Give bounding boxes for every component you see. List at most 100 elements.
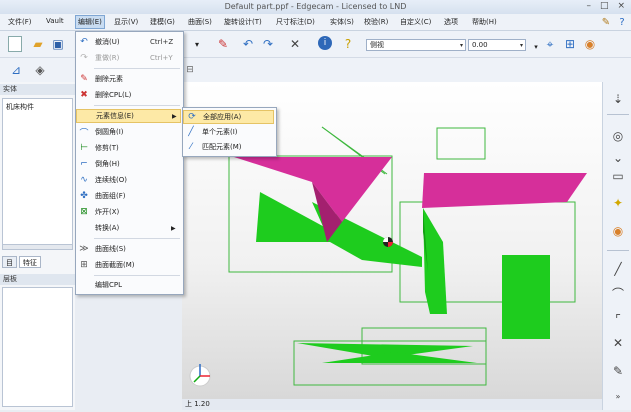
menu-rotary-design[interactable]: 旋转设计(T) — [224, 17, 262, 27]
maximize-button[interactable]: □ — [600, 1, 609, 11]
surface-group-icon: ✤ — [80, 191, 88, 201]
menu-item-edit-cpl[interactable]: 编辑CPL — [76, 278, 181, 292]
magenta-face-1 — [234, 157, 392, 222]
query-icon[interactable]: ? — [340, 36, 356, 52]
green-face-3 — [423, 208, 447, 314]
menu-item-redo[interactable]: ↷ 重做(R) Ctrl+Y — [76, 51, 181, 65]
menu-item-undo[interactable]: ↶ 撤消(U) Ctrl+Z — [76, 35, 181, 49]
menu-item-surface-lines[interactable]: ≫ 曲面线(S) — [76, 242, 181, 256]
menu-geometry[interactable]: 建模(G) — [150, 17, 175, 27]
menu-item-label: 曲面线(S) — [95, 245, 126, 253]
cpl-icon[interactable]: ⊞ — [562, 36, 578, 52]
menu-options[interactable]: 选项 — [444, 17, 458, 27]
new-file-icon[interactable] — [8, 36, 22, 52]
menu-item-chamfer[interactable]: ⌐ 倒角(H) — [76, 157, 181, 171]
grade-select[interactable]: 0.00 ▾ — [468, 39, 526, 51]
edit-pencil-icon[interactable]: ✎ — [609, 362, 627, 380]
minimize-button[interactable]: – — [586, 1, 591, 11]
window-title: Default part.ppf - Edgecam - Licensed to… — [224, 2, 407, 11]
tool-icon[interactable]: ◉ — [582, 36, 598, 52]
cross-icon[interactable]: ✕ — [609, 334, 627, 352]
menu-item-transform[interactable]: 转换(A) ▶ — [76, 221, 181, 235]
surface-section-icon: ⊞ — [80, 260, 88, 270]
menu-item-continuous[interactable]: ∿ 连续线(O) — [76, 173, 181, 187]
horizontal-scrollbar[interactable] — [2, 244, 73, 250]
menu-verify[interactable]: 校验(R) — [364, 17, 388, 27]
tab-features[interactable]: 特征 — [19, 256, 41, 268]
toolbar-dropdown-icon[interactable]: ▾ — [189, 36, 205, 52]
outline-rect-2 — [436, 127, 486, 160]
arc-icon[interactable]: ⌒ — [609, 284, 627, 302]
pencil-icon[interactable]: ✎ — [598, 14, 614, 30]
undo-icon[interactable]: ↶ — [240, 36, 256, 52]
open-folder-icon[interactable]: ▰ — [30, 36, 46, 52]
tab-label: 特征 — [23, 259, 37, 267]
menu-dimension[interactable]: 尺寸标注(D) — [276, 17, 315, 27]
machine-icon[interactable]: ◉ — [609, 222, 627, 240]
view-select-value: 侧视 — [370, 41, 384, 49]
layers-box[interactable] — [2, 287, 73, 407]
chevron-down-icon: ▾ — [519, 42, 523, 49]
submenu-item-apply-all[interactable]: ⟳ 全部应用(A) — [183, 110, 274, 124]
cancel-x-icon[interactable]: ✕ — [287, 36, 303, 52]
info-icon[interactable]: i — [318, 36, 332, 50]
help-icon[interactable]: ? — [614, 14, 630, 30]
menu-item-delete-entity[interactable]: ✎ 删除元素 — [76, 72, 181, 86]
menu-shortcut: Ctrl+Y — [150, 54, 173, 62]
measure-icon[interactable]: ⊿ — [8, 62, 24, 78]
delete-eraser-icon[interactable]: ✎ — [215, 36, 231, 52]
surface-lines-icon: ≫ — [79, 244, 89, 254]
line-icon[interactable]: ╱ — [609, 260, 627, 278]
menu-item-trim[interactable]: ⊢ 修剪(T) — [76, 141, 181, 155]
menu-item-label: 重做(R) — [95, 54, 120, 62]
layer-icon[interactable]: ◈ — [32, 62, 48, 78]
arrow-down-icon[interactable]: ⇣ — [609, 90, 627, 108]
rectangle-icon[interactable]: ▭ — [609, 167, 627, 185]
menu-item-delete-cpl[interactable]: ✖ 删除CPL(L) — [76, 88, 181, 102]
menu-view[interactable]: 显示(V) — [114, 17, 138, 27]
menu-item-label: 倒圆角(I) — [95, 128, 124, 136]
redo-icon[interactable]: ↷ — [260, 36, 276, 52]
menu-item-label: 删除元素 — [95, 75, 123, 83]
menu-item-explode[interactable]: ⊠ 炸开(X) — [76, 205, 181, 219]
chevron-down-icon[interactable]: ⌄ — [609, 149, 627, 167]
menu-customize[interactable]: 自定义(C) — [400, 17, 431, 27]
menu-help[interactable]: 帮助(H) — [472, 17, 497, 27]
view-icon[interactable]: ⊟ — [182, 62, 198, 78]
menu-item-label: 编辑CPL — [95, 281, 123, 289]
expand-icon[interactable]: » — [609, 387, 627, 405]
redo-icon: ↷ — [80, 53, 88, 63]
star-icon[interactable]: ✦ — [609, 194, 627, 212]
tab-tree[interactable]: 目 — [2, 256, 17, 268]
chamfer-icon: ⌐ — [80, 159, 88, 169]
menu-vault[interactable]: Vault — [46, 17, 64, 25]
submenu-item-match[interactable]: ⁄ 匹配元素(M) — [183, 140, 274, 154]
view-select[interactable]: 侧视 ▾ — [366, 39, 466, 51]
menu-edit[interactable]: 编辑(E) — [75, 15, 105, 29]
menu-item-surface-group[interactable]: ✤ 曲面组(F) — [76, 189, 181, 203]
menu-item-entity-info[interactable]: 元素信息(E) ▶ — [76, 109, 181, 123]
select-icon[interactable]: ⌖ — [542, 36, 558, 52]
menu-surface[interactable]: 曲面(S) — [188, 17, 212, 27]
menu-file[interactable]: 文件(F) — [8, 17, 32, 27]
save-icon[interactable]: ▣ — [50, 36, 66, 52]
menu-item-label: 炸开(X) — [95, 208, 120, 216]
rotate-view-icon[interactable]: ◎ — [609, 127, 627, 145]
close-button[interactable]: × — [617, 1, 625, 11]
menu-item-label: 删除CPL(L) — [95, 91, 132, 99]
menu-bar: 文件(F) Vault 编辑(E) 显示(V) 建模(G) 曲面(S) 旋转设计… — [0, 14, 631, 31]
green-rect — [502, 255, 550, 339]
corner-icon[interactable]: ⌜ — [609, 310, 627, 328]
entity-tree[interactable]: 机床构件 — [2, 98, 73, 250]
continuous-icon: ∿ — [80, 175, 88, 185]
menu-item-surface-section[interactable]: ⊞ 曲面截面(M) — [76, 258, 181, 272]
menu-solid[interactable]: 实体(S) — [330, 17, 354, 27]
tab-label: 目 — [6, 259, 13, 267]
entity-info-submenu: ⟳ 全部应用(A) ╱ 单个元素(I) ⁄ 匹配元素(M) — [182, 107, 277, 157]
tree-item-machine[interactable]: 机床构件 — [3, 99, 72, 115]
menu-item-fillet[interactable]: ⌒ 倒圆角(I) — [76, 125, 181, 139]
status-text: 上 1.20 — [185, 400, 210, 408]
grade-select-value: 0.00 — [472, 41, 488, 49]
menu-item-label: 修剪(T) — [95, 144, 119, 152]
submenu-item-single[interactable]: ╱ 单个元素(I) — [183, 125, 274, 139]
